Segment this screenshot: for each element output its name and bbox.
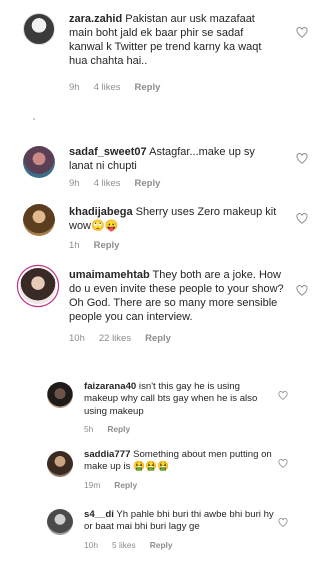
- heart-outline-icon[interactable]: [296, 285, 308, 296]
- comment-time: 10h: [69, 333, 85, 344]
- reply-username[interactable]: faizarana40: [84, 381, 136, 392]
- reply-text: s4__di Yh pahle bhi buri thi awbe bhi bu…: [84, 509, 274, 534]
- comment-meta: 9h 4 likes Reply: [69, 82, 174, 93]
- comment-username[interactable]: umaimamehtab: [69, 269, 150, 281]
- comment-meta: 9h 4 likes Reply: [69, 178, 174, 189]
- heart-outline-icon[interactable]: [296, 27, 308, 38]
- comment-text: sadaf_sweet07 Astagfar...make up sy lana…: [69, 145, 277, 173]
- reply-meta: 10h 5 likes Reply: [84, 540, 187, 550]
- comment-likes[interactable]: 4 likes: [94, 82, 121, 93]
- avatar[interactable]: [47, 451, 73, 477]
- heart-outline-icon[interactable]: [278, 459, 288, 468]
- reply-time: 5h: [84, 424, 94, 434]
- divider-dot: [33, 118, 35, 120]
- heart-outline-icon[interactable]: [296, 153, 308, 164]
- comment-meta: 10h 22 likes Reply: [69, 333, 185, 344]
- heart-outline-icon[interactable]: [278, 391, 288, 400]
- comment-likes[interactable]: 4 likes: [94, 178, 121, 189]
- avatar[interactable]: [23, 204, 55, 236]
- reply-likes[interactable]: 5 likes: [112, 540, 136, 550]
- comment-text: umaimamehtab They both are a joke. How d…: [69, 268, 287, 324]
- reply-button[interactable]: Reply: [135, 82, 161, 93]
- reply-button[interactable]: Reply: [135, 178, 161, 189]
- comment-time: 1h: [69, 240, 80, 251]
- avatar[interactable]: [23, 13, 55, 45]
- comment-text: khadijabega Sherry uses Zero makeup kit …: [69, 205, 277, 233]
- comment-meta: 1h Reply: [69, 240, 133, 251]
- comment-likes[interactable]: 22 likes: [99, 333, 131, 344]
- avatar[interactable]: [23, 146, 55, 178]
- heart-outline-icon[interactable]: [278, 518, 288, 527]
- comment-time: 9h: [69, 178, 80, 189]
- reply-button[interactable]: Reply: [145, 333, 171, 344]
- reply-text: saddia777 Something about men putting on…: [84, 449, 274, 474]
- reply-button[interactable]: Reply: [114, 480, 137, 490]
- comment-text: zara.zahid Pakistan aur usk mazafaat mai…: [69, 12, 277, 68]
- comment-username[interactable]: zara.zahid: [69, 13, 122, 25]
- reply-username[interactable]: s4__di: [84, 509, 114, 520]
- comment-username[interactable]: khadijabega: [69, 206, 133, 218]
- comment-time: 9h: [69, 82, 80, 93]
- reply-time: 10h: [84, 540, 98, 550]
- reply-button[interactable]: Reply: [107, 424, 130, 434]
- reply-meta: 5h Reply: [84, 424, 144, 434]
- comment-username[interactable]: sadaf_sweet07: [69, 146, 147, 158]
- reply-time: 19m: [84, 480, 101, 490]
- reply-button[interactable]: Reply: [150, 540, 173, 550]
- avatar[interactable]: [47, 509, 73, 535]
- avatar-story-ring[interactable]: [20, 268, 56, 304]
- reply-button[interactable]: Reply: [94, 240, 120, 251]
- avatar[interactable]: [47, 382, 73, 408]
- reply-username[interactable]: saddia777: [84, 449, 130, 460]
- reply-meta: 19m Reply: [84, 480, 151, 490]
- reply-text: faizarana40 isn't this gay he is using m…: [84, 381, 274, 418]
- heart-outline-icon[interactable]: [296, 213, 308, 224]
